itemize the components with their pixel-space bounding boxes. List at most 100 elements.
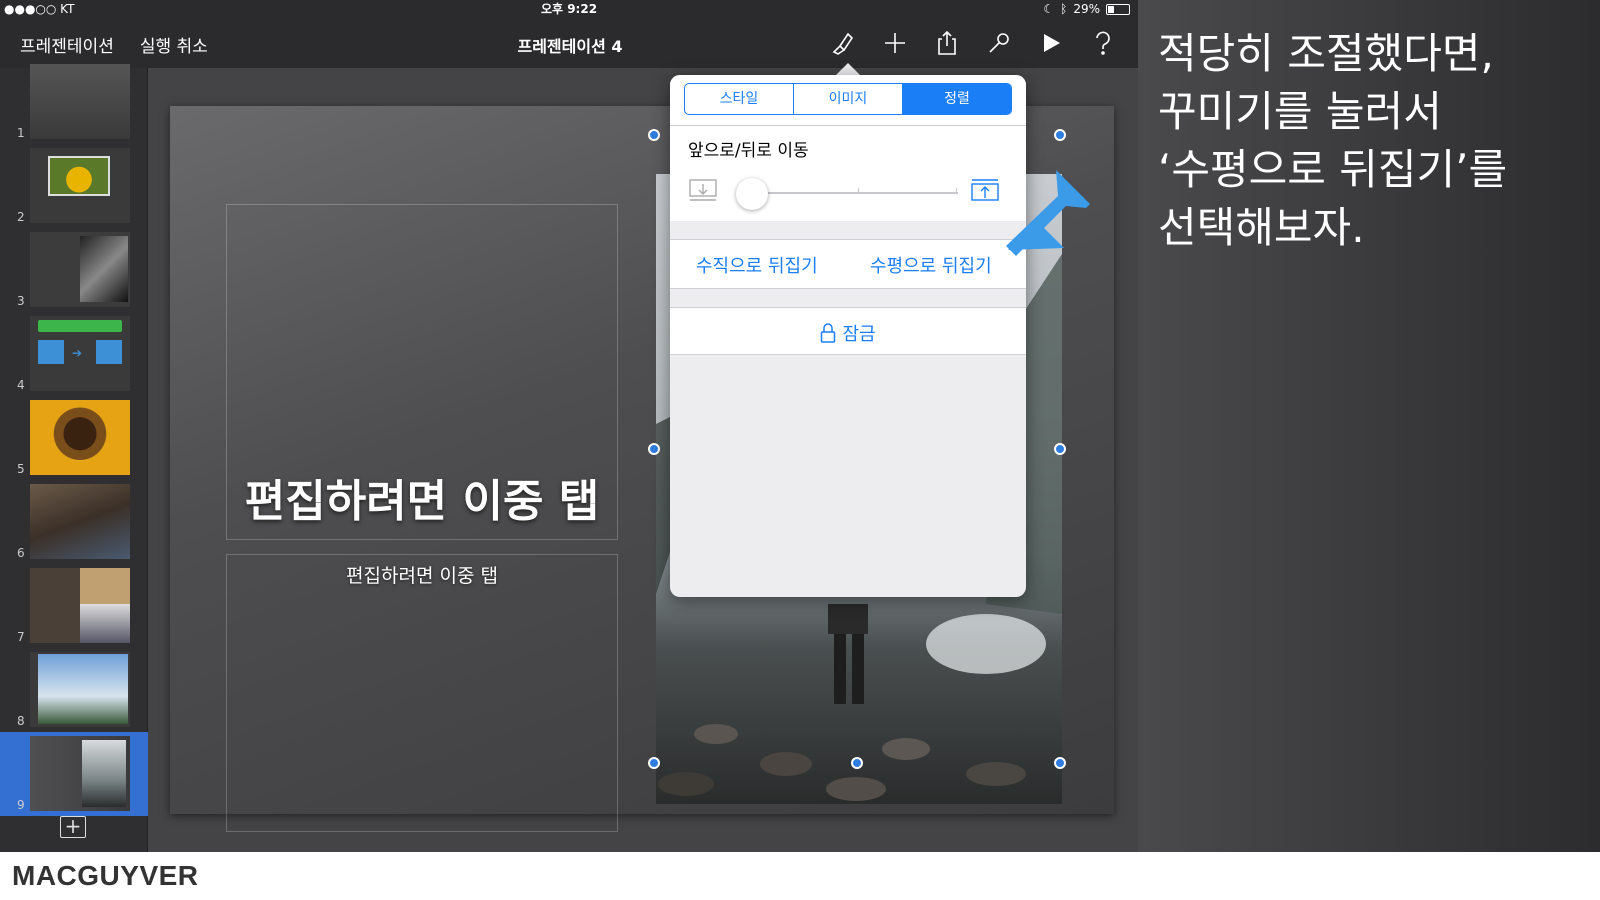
watch-thumb-image bbox=[80, 236, 128, 302]
slide-thumb-row-selected[interactable]: 9 bbox=[0, 732, 148, 816]
toolbar-icons bbox=[828, 28, 1118, 58]
lock-row[interactable]: 잠금 bbox=[670, 307, 1026, 355]
slide-thumbnail bbox=[30, 64, 130, 139]
body-placeholder: 편집하려면 이중 탭 bbox=[346, 565, 498, 587]
brand-logo: MACGUYVER bbox=[12, 860, 199, 891]
wrench-icon[interactable] bbox=[984, 28, 1014, 58]
slider-tick bbox=[956, 188, 957, 194]
slide-thumbnail bbox=[30, 400, 130, 475]
slide-number: 9 bbox=[17, 798, 25, 812]
share-icon[interactable] bbox=[932, 28, 962, 58]
moon-icon: ☾ bbox=[1043, 2, 1055, 16]
lock-label: 잠금 bbox=[842, 324, 876, 345]
slide-thumb-row[interactable]: 7 bbox=[0, 564, 148, 648]
slide-number: 8 bbox=[17, 714, 25, 728]
add-slide-button[interactable]: + bbox=[60, 816, 86, 838]
slide-number: 6 bbox=[17, 546, 25, 560]
play-icon[interactable] bbox=[1036, 28, 1066, 58]
lock-icon bbox=[821, 323, 836, 343]
blue-box-thumb bbox=[96, 340, 122, 364]
slide-thumb-row[interactable]: 3 bbox=[0, 228, 148, 312]
resize-handle[interactable] bbox=[648, 443, 660, 455]
slider-tick bbox=[858, 188, 859, 194]
bring-to-front-icon[interactable] bbox=[970, 178, 1000, 208]
slide-thumbnail bbox=[30, 484, 130, 559]
sunflower-thumb-image bbox=[48, 156, 110, 196]
status-time: 오후 9:22 bbox=[540, 2, 598, 16]
help-icon[interactable] bbox=[1088, 28, 1118, 58]
resize-handle[interactable] bbox=[1054, 443, 1066, 455]
status-right-group: ☾ ᛒ 29% bbox=[1043, 0, 1130, 18]
slide-thumbnail: ➔ bbox=[30, 316, 130, 391]
app-toolbar: 프레젠테이션 실행 취소 프레젠테이션 4 bbox=[0, 18, 1138, 68]
caption-line: 적당히 조절했다면, bbox=[1158, 29, 1494, 78]
slide-thumb-row[interactable]: 1 bbox=[0, 60, 148, 144]
arrange-title: 앞으로/뒤로 이동 bbox=[688, 141, 809, 161]
mountain-thumb-image bbox=[80, 604, 130, 643]
flip-vertical-button[interactable]: 수직으로 뒤집기 bbox=[696, 252, 818, 278]
slide-number: 2 bbox=[17, 210, 25, 224]
layer-slider-knob[interactable] bbox=[736, 178, 768, 210]
footer-bar: MACGUYVER bbox=[0, 852, 1600, 900]
send-to-back-icon[interactable] bbox=[688, 178, 718, 208]
slide-thumb-row[interactable]: 5 bbox=[0, 396, 148, 480]
blue-box-thumb bbox=[38, 340, 64, 364]
resize-handle[interactable] bbox=[648, 757, 660, 769]
slide-number: 5 bbox=[17, 462, 25, 476]
document-title: 프레젠테이션 4 bbox=[517, 37, 623, 56]
green-bar-thumb bbox=[38, 320, 122, 332]
slide-thumbnail bbox=[30, 148, 130, 223]
tab-arrange[interactable]: 정렬 bbox=[903, 84, 1011, 114]
presentations-back-button[interactable]: 프레젠테이션 bbox=[20, 32, 114, 57]
resize-handle[interactable] bbox=[1054, 757, 1066, 769]
title-placeholder-box[interactable]: 편집하려면 이중 탭 bbox=[226, 204, 618, 540]
resize-handle[interactable] bbox=[648, 129, 660, 141]
popover-segmented-control: 스타일 이미지 정렬 bbox=[684, 83, 1012, 115]
sky-thumb-image bbox=[38, 654, 128, 724]
flip-horizontal-button[interactable]: 수평으로 뒤집기 bbox=[870, 252, 992, 278]
popover-tab-area: 스타일 이미지 정렬 bbox=[670, 75, 1026, 125]
lock-button[interactable]: 잠금 bbox=[820, 320, 876, 346]
battery-fill bbox=[1108, 5, 1114, 13]
caption-line: 꾸미기를 눌러서 bbox=[1158, 87, 1442, 136]
slide-thumbnail bbox=[30, 652, 130, 727]
slide-number: 4 bbox=[17, 378, 25, 392]
slide-thumb-row[interactable]: 8 bbox=[0, 648, 148, 732]
flip-row: 수직으로 뒤집기 수평으로 뒤집기 bbox=[670, 239, 1026, 289]
slide-number: 7 bbox=[17, 630, 25, 644]
battery-icon bbox=[1106, 3, 1130, 15]
slide-thumbnail bbox=[30, 232, 130, 307]
paintbrush-icon[interactable] bbox=[828, 28, 858, 58]
ipad-screen: ●●●○○ KT 오후 9:22 ☾ ᛒ 29% 프레젠테이션 실행 취소 프레… bbox=[0, 0, 1138, 852]
caption-line: 선택해보자. bbox=[1158, 203, 1365, 252]
caption-panel: 적당히 조절했다면, 꾸미기를 눌러서 ‘수평으로 뒤집기’를 선택해보자. bbox=[1138, 0, 1600, 852]
layer-slider-track[interactable] bbox=[758, 188, 958, 194]
screenshot-root: ●●●○○ KT 오후 9:22 ☾ ᛒ 29% 프레젠테이션 실행 취소 프레… bbox=[0, 0, 1600, 900]
slide-number: 3 bbox=[17, 294, 25, 308]
status-bar: ●●●○○ KT 오후 9:22 ☾ ᛒ 29% bbox=[0, 0, 1138, 18]
slide-thumbnail bbox=[30, 568, 130, 643]
arrow-right-icon: ➔ bbox=[72, 346, 83, 360]
toolbar-left-group: 프레젠테이션 실행 취소 bbox=[20, 32, 208, 57]
slide-thumb-row[interactable]: 6 bbox=[0, 480, 148, 564]
slide-thumb-row[interactable]: ➔ 4 bbox=[0, 312, 148, 396]
lake-thumb-image bbox=[82, 740, 126, 807]
tab-image[interactable]: 이미지 bbox=[794, 84, 903, 114]
slide-navigator: 1 2 3 ➔ 4 5 6 7 8 9 + bbox=[0, 64, 148, 852]
bluetooth-icon: ᛒ bbox=[1060, 2, 1068, 16]
slide-thumbnail bbox=[30, 736, 130, 811]
popover-arrow bbox=[836, 63, 860, 75]
resize-handle[interactable] bbox=[851, 757, 863, 769]
resize-handle[interactable] bbox=[1054, 129, 1066, 141]
plus-icon[interactable] bbox=[880, 28, 910, 58]
slide-thumb-row[interactable]: 2 bbox=[0, 144, 148, 228]
tab-style[interactable]: 스타일 bbox=[685, 84, 794, 114]
format-popover: 스타일 이미지 정렬 앞으로/뒤로 이동 수직으로 뒤집기 수평으로 뒤집기 잠… bbox=[670, 75, 1026, 597]
battery-percent: 29% bbox=[1073, 2, 1100, 16]
undo-button[interactable]: 실행 취소 bbox=[140, 32, 208, 57]
pointer-arrow-icon bbox=[1006, 170, 1090, 256]
body-placeholder-box[interactable]: 편집하려면 이중 탭 bbox=[226, 554, 618, 832]
title-placeholder: 편집하려면 이중 탭 bbox=[244, 476, 600, 527]
arrange-section: 앞으로/뒤로 이동 bbox=[670, 125, 1026, 221]
caption-line: ‘수평으로 뒤집기’를 bbox=[1158, 145, 1508, 194]
